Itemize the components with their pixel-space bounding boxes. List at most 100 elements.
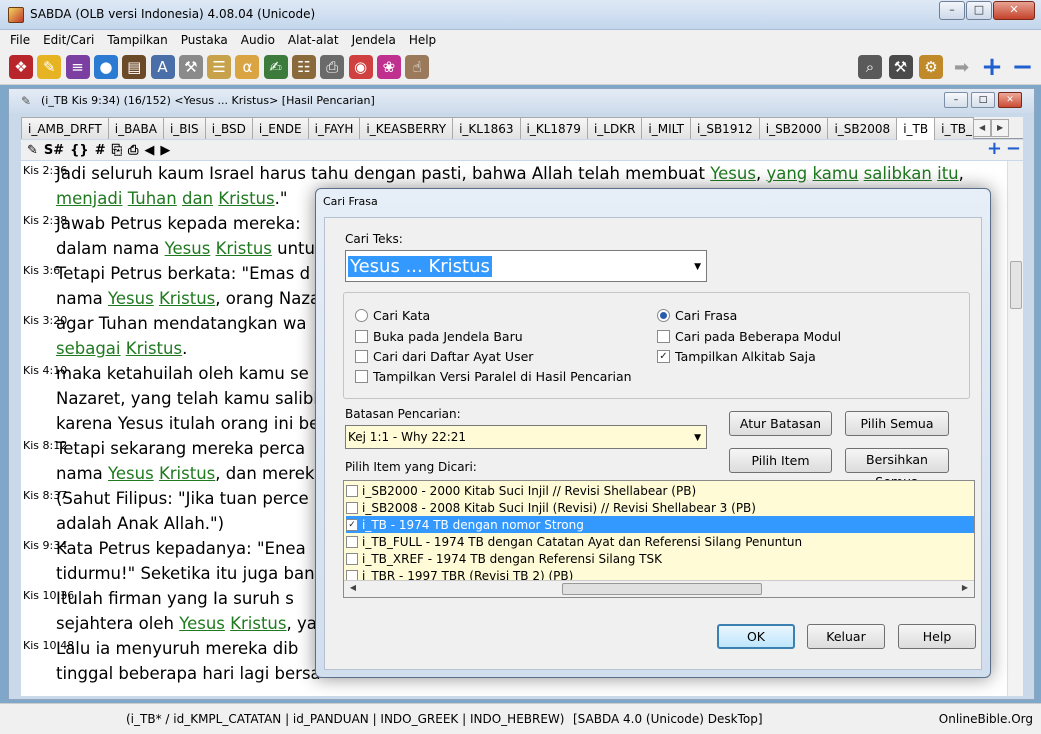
word-link[interactable]: salibkan [864,164,932,183]
pilih-item-button[interactable]: Pilih Item [729,448,832,473]
module-list[interactable]: i_SB2000 - 2000 Kitab Suci Injil // Revi… [343,480,975,598]
balloon-icon[interactable]: ◉ [348,55,373,79]
hand-icon[interactable]: ☝ [405,55,430,79]
menu-tampilkan[interactable]: Tampilkan [107,33,167,47]
dictionary-icon[interactable]: A [150,55,175,79]
bible-book-icon[interactable]: ❖ [9,55,33,79]
gears-icon[interactable]: ⚙ [919,55,943,79]
word-link[interactable]: Yesus [179,614,225,633]
child-minimize-button[interactable]: – [944,92,968,108]
minimize-button[interactable]: – [939,1,965,20]
check-alkitab-saja[interactable]: ✓ Tampilkan Alkitab Saja [657,349,816,364]
word-link[interactable]: Yesus [710,164,756,183]
word-link[interactable]: Kristus [126,339,182,358]
clipboard-icon[interactable]: ☰ [207,55,232,79]
balloons-icon[interactable]: ❀ [376,55,401,79]
verse-scrollbar-thumb[interactable] [1010,261,1022,309]
pilih-semua-button[interactable]: Pilih Semua [845,411,949,436]
copy-icon[interactable]: ⎘ [112,143,122,158]
verse-zoom-in-icon[interactable]: + [987,140,1002,158]
verse-ref[interactable]: Kis 8:12 [23,439,67,453]
word-link[interactable]: Tuhan [128,189,177,208]
search-tool-icon[interactable]: ⌕ [858,55,882,79]
menu-jendela[interactable]: Jendela [352,33,396,47]
strong-number-icon[interactable]: S# [44,143,64,158]
verse-ref[interactable]: Kis 3:6 [23,264,60,278]
scroll-left-icon[interactable]: ◀ [346,583,360,595]
verse-number-icon[interactable]: # [95,143,106,158]
tab-i-bis[interactable]: i_BIS [162,117,206,139]
verse-ref[interactable]: Kis 3:20 [23,314,67,328]
tab-i-ende[interactable]: i_ENDE [251,117,309,139]
check-versi-paralel[interactable]: Tampilkan Versi Paralel di Hasil Pencari… [355,369,632,384]
prev-arrow-icon[interactable]: ◀ [144,143,154,158]
verse-ref[interactable]: Kis 4:10 [23,364,67,378]
word-link[interactable]: sebagai [56,339,121,358]
arrow-right-icon[interactable]: ➡ [950,55,974,79]
zoom-out-icon[interactable]: − [1011,52,1035,82]
help-button[interactable]: Help [898,624,976,649]
word-link[interactable]: yang [766,164,807,183]
tab-i-sb2008[interactable]: i_SB2008 [827,117,898,139]
verse-zoom-out-icon[interactable]: − [1006,140,1021,158]
radio-cari-kata[interactable]: Cari Kata [355,308,430,323]
tab-i-kl1863[interactable]: i_KL1863 [452,117,521,139]
check-beberapa-modul[interactable]: Cari pada Beberapa Modul [657,329,841,344]
books-icon[interactable]: ≡ [65,55,90,79]
radio-cari-frasa[interactable]: Cari Frasa [657,308,737,323]
tab-scroll-left-icon[interactable]: ◀ [973,119,992,137]
range-combo-arrow-icon[interactable]: ▼ [694,433,701,443]
scroll-icon[interactable]: ☷ [292,55,316,79]
child-restore-button[interactable]: □ [971,92,995,108]
module-list-item[interactable]: ✓ i_TB - 1974 TB dengan nomor Strong [346,516,974,533]
word-link[interactable]: Kristus [159,464,215,483]
verse-ref[interactable]: Kis 10:36 [23,589,74,603]
word-link[interactable]: itu [937,164,959,183]
menu-edit-cari[interactable]: Edit/Cari [43,33,94,47]
atur-batasan-button[interactable]: Atur Batasan [729,411,832,436]
search-combo-arrow-icon[interactable]: ▼ [694,262,701,272]
range-value[interactable]: Kej 1:1 - Why 22:21 [348,430,466,444]
word-link[interactable]: kamu [813,164,859,183]
check-daftar-ayat[interactable]: Cari dari Daftar Ayat User [355,349,533,364]
word-link[interactable]: Kristus [230,614,286,633]
tab-i-milt[interactable]: i_MILT [641,117,691,139]
keluar-button[interactable]: Keluar [807,624,885,649]
radio-kata-indicator[interactable] [355,309,368,322]
next-arrow-icon[interactable]: ▶ [160,143,170,158]
close-button[interactable]: ✕ [993,1,1035,20]
tab-i-amb-drft[interactable]: i_AMB_DRFT [21,117,109,139]
ok-button[interactable]: OK [717,624,795,649]
child-close-button[interactable]: ✕ [998,92,1022,108]
print-icon[interactable]: ⎙ [128,143,138,158]
tab-i-tb-fu[interactable]: i_TB_FU [934,117,975,139]
tools-icon[interactable]: ⚒ [178,55,203,79]
tab-i-baba[interactable]: i_BABA [107,117,164,139]
tab-i-keasberry[interactable]: i_KEASBERRY [359,117,454,139]
tab-i-sb1912[interactable]: i_SB1912 [690,117,760,139]
globe-icon[interactable]: ● [93,55,118,79]
printer-icon[interactable]: ⎙ [320,55,345,79]
module-checkbox[interactable] [346,552,358,565]
module-checkbox[interactable] [346,501,358,514]
check-paralel-box[interactable] [355,370,368,383]
menu-audio[interactable]: Audio [241,33,275,47]
menu-help[interactable]: Help [409,33,436,47]
zoom-in-icon[interactable]: + [980,52,1004,82]
module-checkbox[interactable]: ✓ [346,518,358,531]
verse-ref[interactable]: Kis 2:36 [23,164,67,178]
wrench-hammer-icon[interactable]: ⚒ [888,55,913,79]
verse-ref[interactable]: Kis 2:38 [23,214,67,228]
menu-pustaka[interactable]: Pustaka [181,33,228,47]
tab-i-kl1879[interactable]: i_KL1879 [519,117,588,139]
word-link[interactable]: Yesus [108,464,154,483]
maximize-button[interactable]: □ [966,1,992,20]
module-list-item[interactable]: i_SB2000 - 2000 Kitab Suci Injil // Revi… [346,482,974,499]
range-combo[interactable]: Kej 1:1 - Why 22:21 ▼ [345,425,707,449]
module-list-hscrollbar[interactable]: ◀ ▶ [344,580,974,597]
word-link[interactable]: Yesus [108,289,154,308]
word-link[interactable]: dan [182,189,213,208]
module-list-item[interactable]: i_SB2008 - 2008 Kitab Suci Injil (Revisi… [346,499,974,516]
tab-i-bsd[interactable]: i_BSD [204,117,253,139]
braces-icon[interactable]: {} [70,143,89,158]
